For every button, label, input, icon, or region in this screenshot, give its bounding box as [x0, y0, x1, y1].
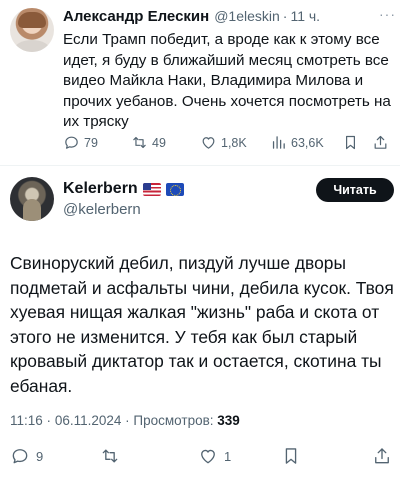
main-author-name-row: Kelerbern [63, 180, 184, 198]
follow-button[interactable]: Читать [316, 178, 394, 202]
separator-dot: · [282, 8, 288, 24]
parent-like-button[interactable]: 1,8K [200, 134, 247, 151]
main-author-name[interactable]: Kelerbern [63, 180, 138, 198]
parent-author-name[interactable]: Александр Елескин [63, 8, 209, 25]
like-count: 1 [224, 448, 232, 464]
views-label: Просмотров: [133, 413, 214, 428]
tweet-time[interactable]: 11:16 [10, 413, 43, 428]
parent-bookmark-button[interactable] [342, 134, 363, 151]
parent-reply-count: 79 [84, 135, 98, 150]
us-flag-icon [142, 182, 161, 196]
parent-author-avatar[interactable] [10, 8, 54, 52]
parent-repost-count: 49 [152, 135, 166, 150]
share-button[interactable] [372, 446, 398, 466]
main-tweet-text: Свиноруский дебил, пиздуй лучше дворы по… [10, 253, 394, 396]
share-icon [375, 448, 389, 464]
views-chart-icon [272, 136, 285, 149]
repost-icon [102, 449, 118, 463]
bookmark-icon [346, 135, 355, 150]
main-author-handle[interactable]: @kelerbern [63, 201, 141, 218]
tweet-divider [0, 165, 400, 166]
eu-flag-icon [165, 182, 184, 196]
parent-reply-button[interactable]: 79 [63, 134, 98, 151]
reply-count: 9 [36, 448, 44, 464]
parent-tweet[interactable]: Александр Елескин @1eleskin · 11 ч. ··· … [0, 0, 400, 163]
like-button[interactable]: 1 [198, 446, 231, 466]
views-count: 339 [217, 413, 240, 428]
parent-tweet-header: Александр Елескин @1eleskin · 11 ч. [63, 8, 393, 28]
share-icon [374, 135, 387, 149]
main-tweet-actions: 9 1 [10, 446, 395, 468]
separator-dot: · [125, 413, 130, 428]
parent-tweet-text: Если Трамп победит, а вроде как к этому … [63, 31, 391, 130]
bookmark-icon [285, 448, 297, 464]
repost-icon [133, 136, 146, 149]
parent-tweet-time[interactable]: 11 ч. [290, 8, 320, 24]
heart-icon [201, 449, 215, 464]
more-options-icon[interactable]: ··· [379, 6, 396, 22]
reply-icon [65, 136, 78, 149]
tweet-date[interactable]: 06.11.2024 [55, 413, 122, 428]
main-tweet-meta: 11:16 · 06.11.2024 · Просмотров: 339 [10, 413, 240, 428]
heart-icon [202, 137, 215, 149]
parent-views-button[interactable]: 63,6K [270, 134, 324, 151]
parent-share-button[interactable] [372, 134, 393, 151]
parent-author-handle[interactable]: @1eleskin [214, 8, 280, 24]
reply-icon [12, 449, 28, 464]
bookmark-button[interactable] [281, 446, 307, 466]
repost-button[interactable] [100, 446, 126, 466]
parent-like-count: 1,8K [221, 135, 247, 150]
parent-tweet-actions: 79 49 1,8K 63,6K [63, 134, 393, 152]
parent-repost-button[interactable]: 49 [131, 134, 166, 151]
separator-dot: · [46, 413, 52, 428]
main-author-avatar[interactable] [10, 177, 54, 221]
reply-button[interactable]: 9 [10, 446, 43, 466]
parent-view-count: 63,6K [291, 135, 324, 150]
